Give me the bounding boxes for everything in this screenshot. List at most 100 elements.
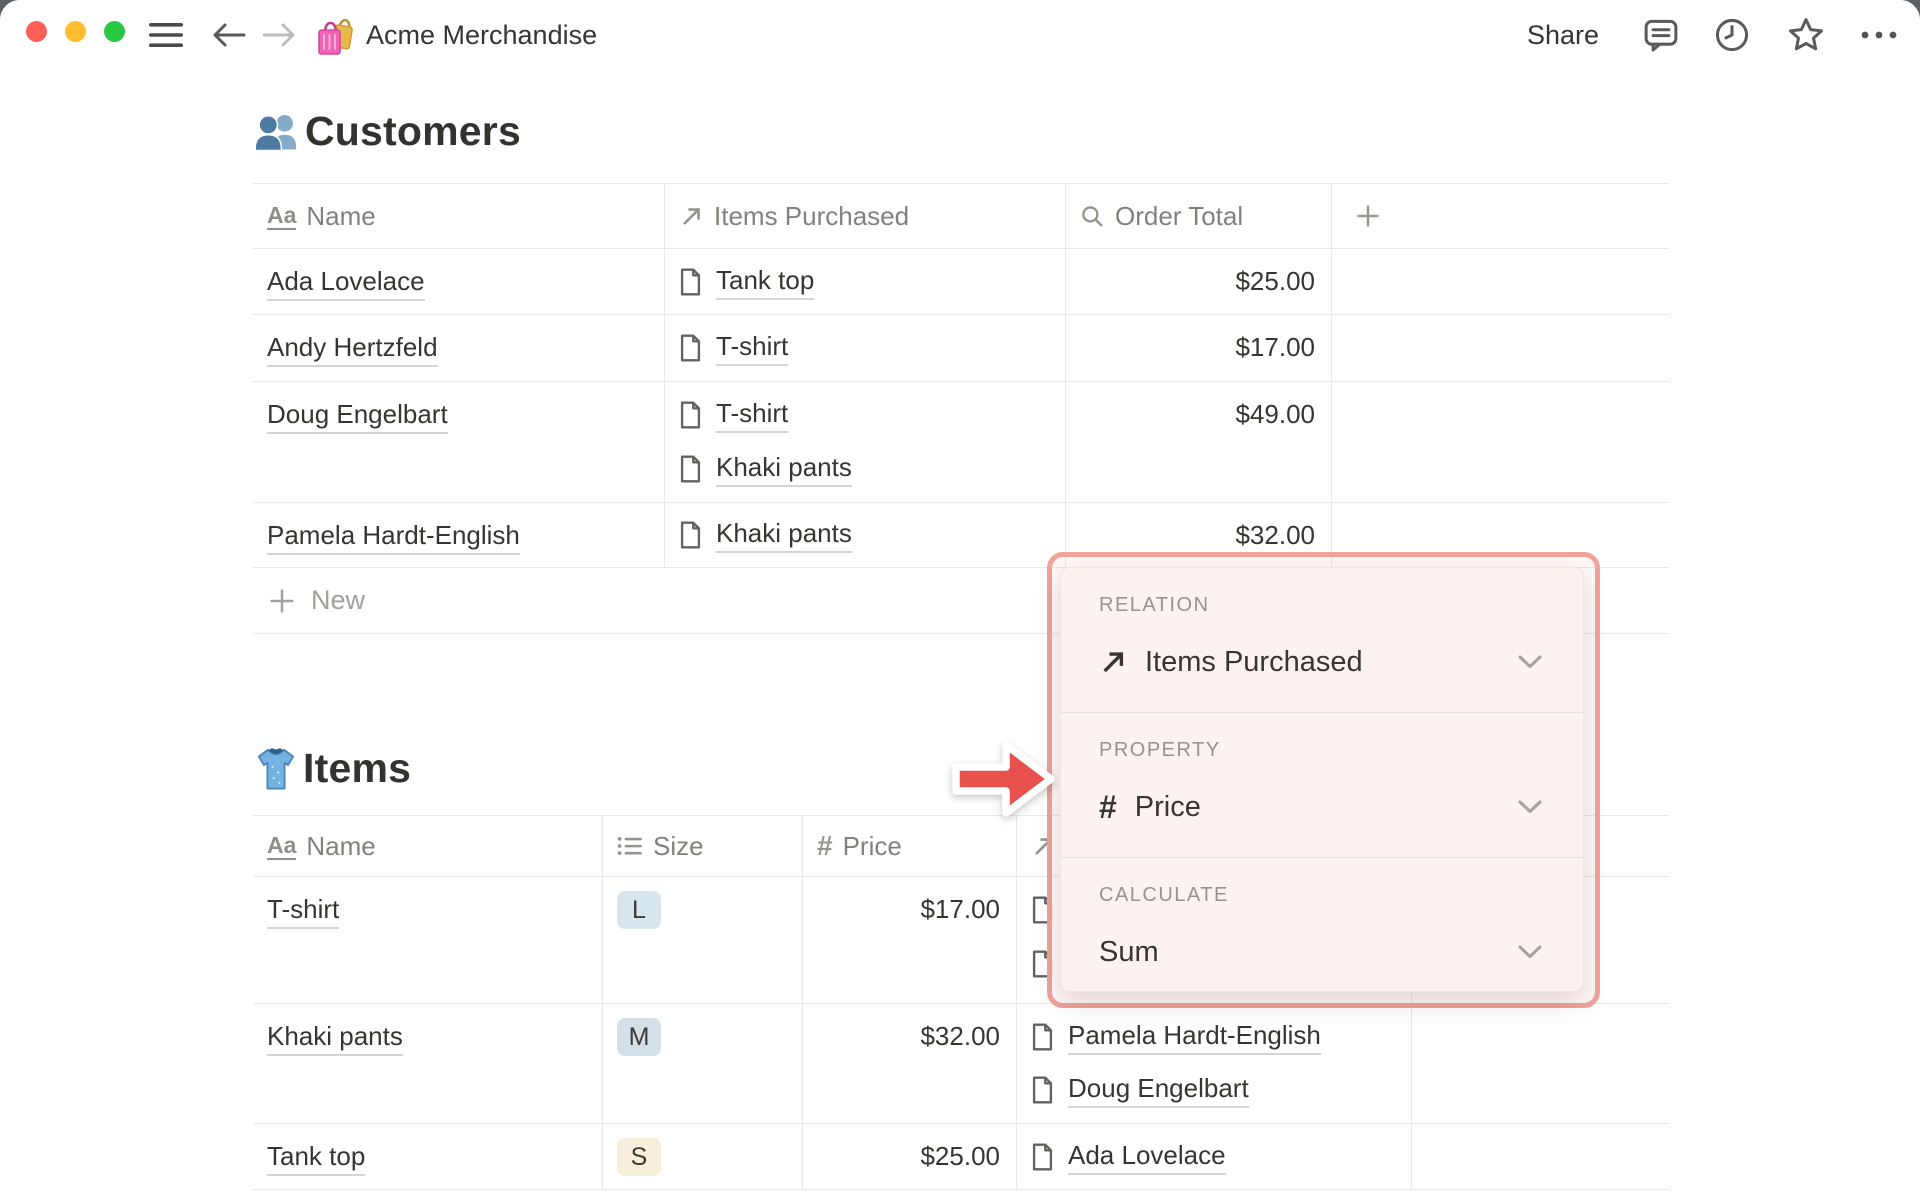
- empty-cell: [1332, 249, 1669, 314]
- items-heading-label: Items: [303, 744, 412, 791]
- relation-select[interactable]: Items Purchased: [1099, 639, 1545, 685]
- popup-property-section: PROPERTY # Price: [1061, 713, 1583, 858]
- rollup-config-popup: RELATION Items Purchased PROPERTY # Pric…: [1060, 567, 1584, 992]
- customer-name-cell[interactable]: Andy Hertzfeld: [253, 315, 665, 381]
- page-emoji-shopping-bags: [314, 0, 354, 70]
- sidebar-menu-button[interactable]: [148, 0, 184, 70]
- page-chip[interactable]: T-shirt: [679, 394, 789, 436]
- plus-icon: [1357, 205, 1379, 227]
- comments-button[interactable]: [1642, 0, 1680, 70]
- page-chip[interactable]: Pamela Hardt-English: [1031, 1016, 1321, 1058]
- size-tag: S: [617, 1138, 661, 1176]
- size-cell[interactable]: M: [603, 1004, 803, 1123]
- page-chip[interactable]: T-shirt: [679, 327, 789, 369]
- order-total-cell[interactable]: $17.00: [1066, 315, 1332, 381]
- page-chip[interactable]: Doug Engelbart: [1031, 1070, 1249, 1112]
- back-arrow-icon: [213, 23, 246, 47]
- items-column-header-name[interactable]: Aa Name: [253, 816, 603, 876]
- property-select[interactable]: # Price: [1099, 784, 1545, 830]
- calculate-section-label: CALCULATE: [1099, 884, 1229, 906]
- purchased-by-cell[interactable]: Pamela Hardt-English Doug Engelbart: [1017, 1004, 1412, 1123]
- favorite-button[interactable]: [1786, 0, 1826, 70]
- page-icon: [680, 334, 701, 362]
- back-button[interactable]: [212, 0, 246, 70]
- calculate-select[interactable]: Sum: [1099, 929, 1545, 975]
- size-cell[interactable]: S: [603, 1124, 803, 1189]
- page-icon: [1032, 1142, 1053, 1171]
- table-row: Tank top S $25.00 Ada Lovelace: [253, 1124, 1669, 1190]
- items-column-header-size[interactable]: Size: [603, 816, 803, 876]
- chevron-down-icon: [1518, 655, 1542, 668]
- app-window: Acme Merchandise Share Customers Aa Name…: [0, 0, 1920, 1200]
- rollup-icon: [1082, 205, 1103, 226]
- page-icon: [680, 521, 701, 549]
- customers-column-header-items-purchased[interactable]: Items Purchased: [665, 184, 1066, 248]
- customer-name-cell[interactable]: Pamela Hardt-English: [253, 503, 665, 567]
- items-purchased-cell[interactable]: T-shirt Khaki pants: [665, 382, 1066, 502]
- relation-icon: [1103, 652, 1124, 673]
- popup-calculate-section: CALCULATE Sum: [1061, 858, 1583, 991]
- customers-add-property-button[interactable]: [1332, 184, 1669, 248]
- comment-icon: [1644, 19, 1678, 52]
- item-name-cell[interactable]: T-shirt: [253, 877, 603, 1003]
- chevron-down-icon: [1518, 800, 1542, 813]
- page-icon: [1032, 1076, 1053, 1104]
- forward-arrow-icon: [262, 23, 295, 47]
- close-window-button[interactable]: [26, 21, 47, 42]
- items-purchased-cell[interactable]: Khaki pants: [665, 503, 1066, 567]
- item-name-cell[interactable]: Tank top: [253, 1124, 603, 1189]
- table-row: Ada Lovelace Tank top $25.00: [253, 249, 1669, 315]
- customers-heading-label: Customers: [305, 108, 521, 154]
- plus-icon: [270, 588, 294, 613]
- purchased-by-cell[interactable]: Ada Lovelace: [1017, 1124, 1412, 1189]
- clock-icon: [1715, 18, 1749, 52]
- order-total-cell[interactable]: $25.00: [1066, 249, 1332, 314]
- price-cell[interactable]: $17.00: [803, 877, 1017, 1003]
- table-row: Khaki pants M $32.00 Pamela Hardt-Englis…: [253, 1004, 1669, 1124]
- page-chip[interactable]: Tank top: [679, 261, 815, 302]
- page-icon: [680, 267, 701, 296]
- order-total-cell[interactable]: $49.00: [1066, 382, 1332, 502]
- forward-button[interactable]: [262, 0, 296, 70]
- more-options-button[interactable]: [1858, 0, 1900, 70]
- empty-cell: [1332, 315, 1669, 381]
- title-bar: Acme Merchandise Share: [0, 0, 1920, 70]
- share-button[interactable]: Share: [1527, 0, 1599, 70]
- customer-name-cell[interactable]: Doug Engelbart: [253, 382, 665, 502]
- item-name-cell[interactable]: Khaki pants: [253, 1004, 603, 1123]
- price-cell[interactable]: $25.00: [803, 1124, 1017, 1189]
- customers-column-header-name[interactable]: Aa Name: [253, 184, 665, 248]
- page-chip[interactable]: Ada Lovelace: [1031, 1136, 1226, 1177]
- relation-icon: [683, 207, 700, 225]
- hamburger-icon: [149, 23, 183, 47]
- star-icon: [1789, 18, 1823, 51]
- items-column-header-price[interactable]: # Price: [803, 816, 1017, 876]
- annotation-arrow-icon: [952, 741, 1055, 817]
- number-icon: #: [1099, 788, 1117, 825]
- page-title[interactable]: Acme Merchandise: [366, 0, 597, 70]
- items-purchased-cell[interactable]: T-shirt: [665, 315, 1066, 381]
- empty-cell: [1332, 382, 1669, 502]
- ellipsis-icon: [1861, 31, 1897, 39]
- select-icon: [617, 837, 642, 855]
- empty-cell: [1412, 1124, 1669, 1189]
- table-row: Doug Engelbart T-shirt Khaki pants $49.0…: [253, 382, 1669, 503]
- chevron-down-icon: [1518, 945, 1542, 958]
- table-row: Andy Hertzfeld T-shirt $17.00: [253, 315, 1669, 382]
- customers-column-header-order-total[interactable]: Order Total: [1066, 184, 1332, 248]
- customers-heading: Customers: [253, 108, 521, 155]
- number-icon: #: [817, 830, 833, 861]
- page-chip[interactable]: Khaki pants: [679, 448, 852, 490]
- page-icon: [680, 455, 701, 483]
- property-section-label: PROPERTY: [1099, 739, 1221, 761]
- minimize-window-button[interactable]: [65, 21, 86, 42]
- zoom-window-button[interactable]: [104, 21, 125, 42]
- title-icon: Aa: [267, 201, 297, 230]
- items-purchased-cell[interactable]: Tank top: [665, 249, 1066, 314]
- customer-name-cell[interactable]: Ada Lovelace: [253, 249, 665, 314]
- price-cell[interactable]: $32.00: [803, 1004, 1017, 1123]
- updates-button[interactable]: [1713, 0, 1751, 70]
- empty-cell: [1412, 1004, 1669, 1123]
- page-chip[interactable]: Khaki pants: [679, 515, 852, 555]
- size-cell[interactable]: L: [603, 877, 803, 1003]
